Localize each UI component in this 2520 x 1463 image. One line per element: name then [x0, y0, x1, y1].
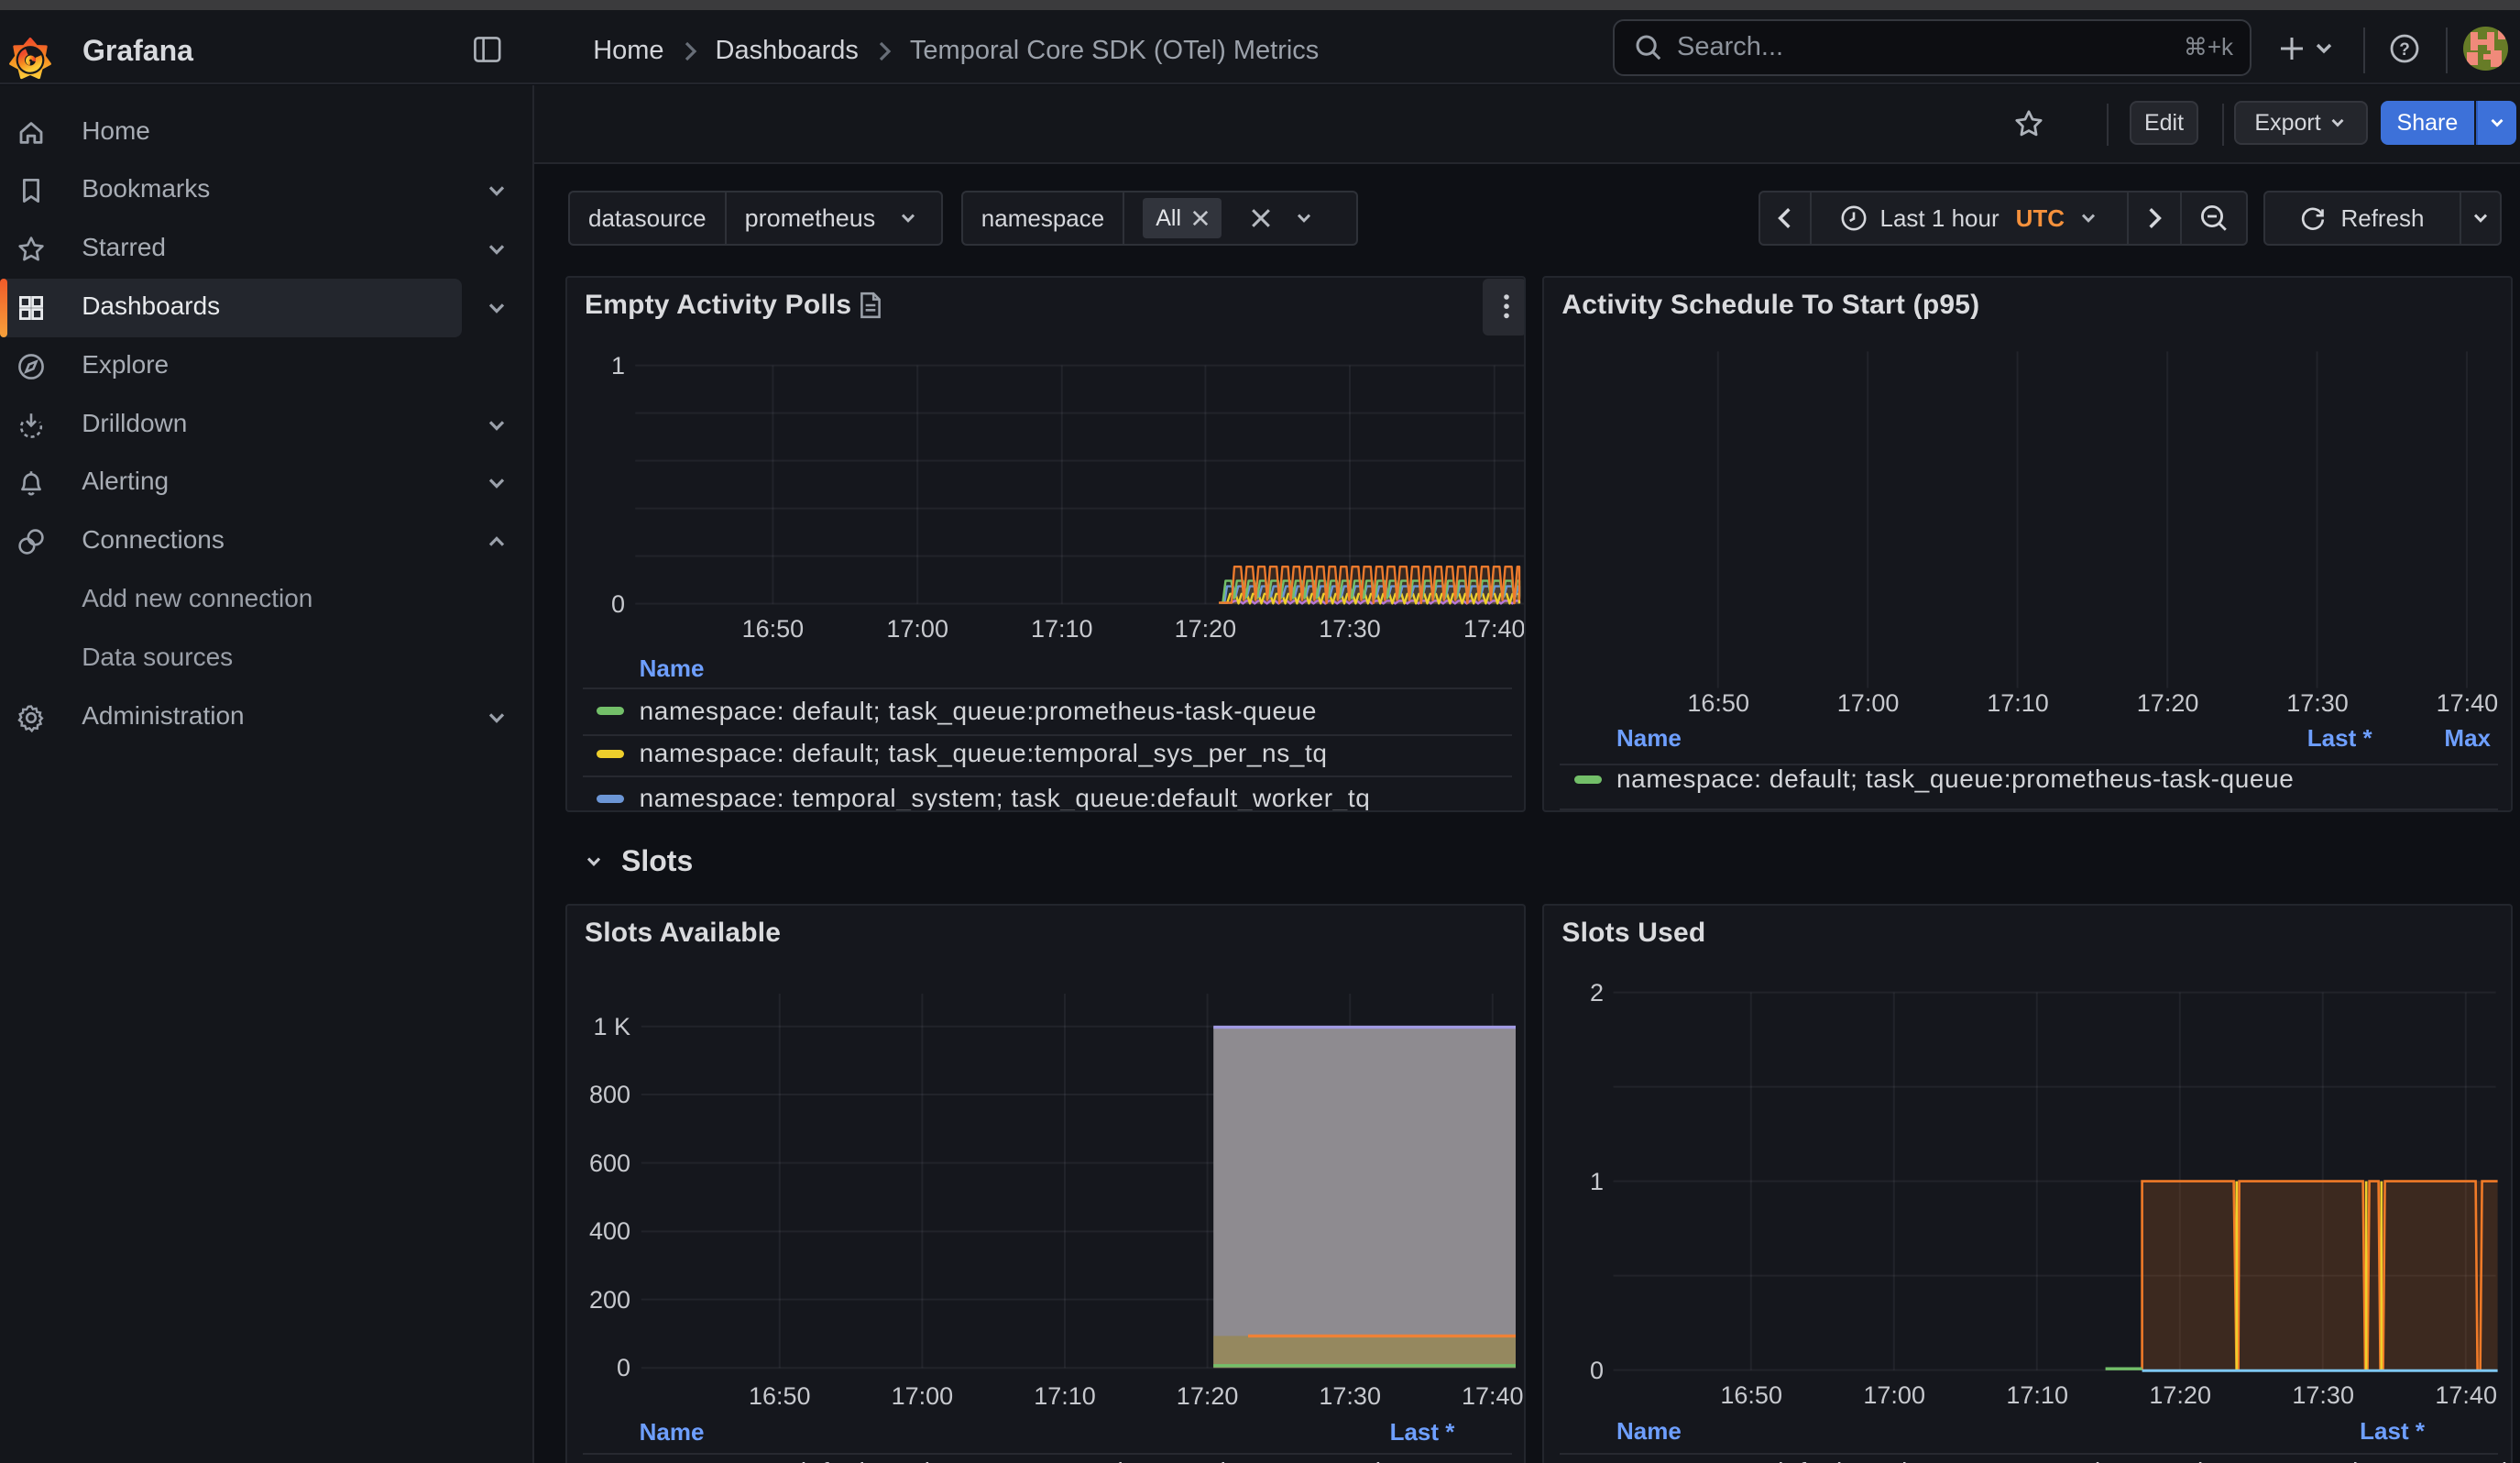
svg-text:?: ?: [2399, 40, 2410, 60]
